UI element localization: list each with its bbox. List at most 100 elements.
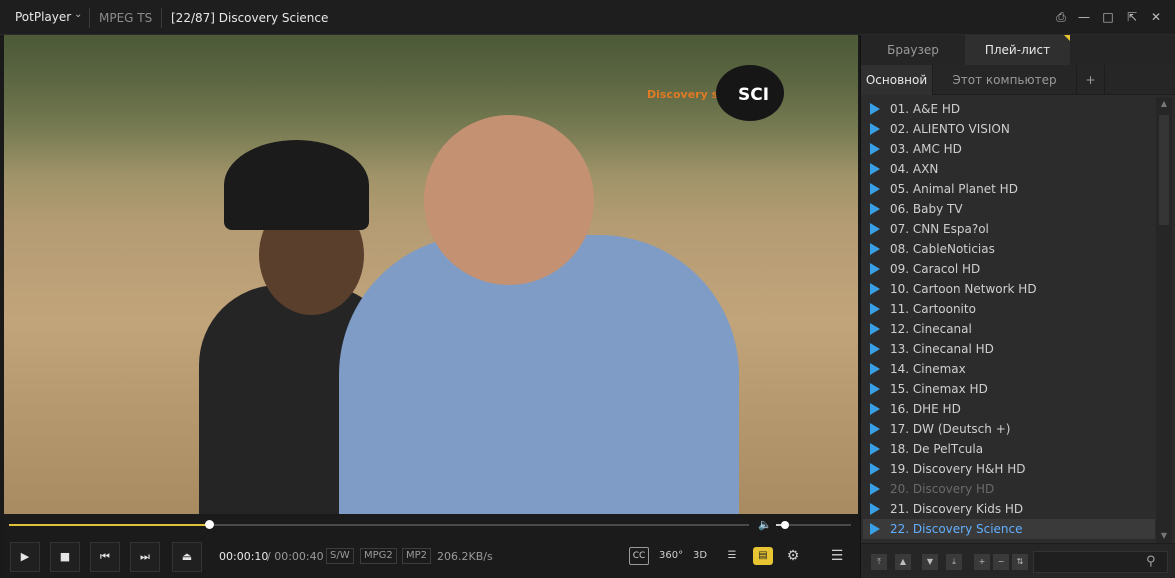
search-icon[interactable]: ⚲ [1146, 554, 1162, 570]
play-icon [870, 283, 880, 295]
playlist-item-label: 22. Discovery Science [890, 522, 1023, 536]
app-menu-button[interactable]: PotPlayer [15, 10, 71, 24]
scroll-thumb[interactable] [1159, 115, 1169, 225]
play-icon [870, 363, 880, 375]
playlist-item[interactable]: 13. Cinecanal HD [863, 339, 1155, 359]
playlist-item-label: 05. Animal Planet HD [890, 182, 1018, 196]
stop-button[interactable]: ■ [50, 542, 80, 572]
playlist-panel: Браузер Плей-лист Основной Этот компьюте… [860, 35, 1175, 578]
subtitles-icon[interactable]: CC [629, 547, 649, 565]
add-tab-button[interactable]: + [1077, 65, 1105, 95]
minimize-icon[interactable]: — [1076, 9, 1092, 25]
title-bar: PotPlayer ⌄ MPEG TS [22/87] Discovery Sc… [0, 0, 1175, 35]
playlist-item[interactable]: 19. Discovery H&H HD [863, 459, 1155, 479]
remove-item-icon[interactable]: − [993, 554, 1009, 570]
video-viewport[interactable]: Discovery science SCI [4, 35, 858, 514]
playlist-item[interactable]: 16. DHE HD [863, 399, 1155, 419]
move-bottom-icon[interactable]: ⤓ [946, 554, 962, 570]
playlist-item-label: 12. Cinecanal [890, 322, 972, 336]
playlist-item[interactable]: 08. CableNoticias [863, 239, 1155, 259]
audio-codec-badge[interactable]: MP2 [402, 548, 432, 564]
tab-playlist[interactable]: Плей-лист [965, 35, 1070, 65]
close-icon[interactable]: ✕ [1148, 9, 1164, 25]
scroll-down-icon[interactable]: ▼ [1156, 529, 1172, 543]
playlist-item[interactable]: 04. AXN [863, 159, 1155, 179]
play-icon [870, 123, 880, 135]
fullscreen-icon[interactable]: ⇱ [1124, 9, 1140, 25]
play-icon [870, 203, 880, 215]
total-time: / 00:00:40 [267, 550, 324, 563]
seek-handle[interactable] [204, 520, 214, 529]
playlist-item[interactable]: 03. AMC HD [863, 139, 1155, 159]
play-icon [870, 243, 880, 255]
playlist-item-label: 16. DHE HD [890, 402, 961, 416]
subtab-main[interactable]: Основной [861, 65, 933, 95]
move-top-icon[interactable]: ⤒ [871, 554, 887, 570]
playlist-item[interactable]: 06. Baby TV [863, 199, 1155, 219]
playlist-item-label: 19. Discovery H&H HD [890, 462, 1026, 476]
playlist-item[interactable]: 21. Discovery Kids HD [863, 499, 1155, 519]
playlist-search-icon[interactable]: ☰ [722, 547, 742, 565]
play-button[interactable]: ▶ [10, 542, 40, 572]
playlist-search-field[interactable]: ⚲ [1033, 551, 1168, 573]
playlist-item-label: 02. ALIENTO VISION [890, 122, 1010, 136]
add-item-icon[interactable]: + [974, 554, 990, 570]
gear-icon[interactable]: ⚙ [783, 547, 803, 565]
play-icon [870, 523, 880, 535]
playlist-item-label: 15. Cinemax HD [890, 382, 988, 396]
volume-slider[interactable] [776, 521, 851, 529]
next-button[interactable]: ⏭ [130, 542, 160, 572]
playlist-item[interactable]: 02. ALIENTO VISION [863, 119, 1155, 139]
playlist-item[interactable]: 17. DW (Deutsch +) [863, 419, 1155, 439]
playlist-item[interactable]: 20. Discovery HD [863, 479, 1155, 499]
eject-button[interactable]: ⏏ [172, 542, 202, 572]
playlist-item[interactable]: 07. CNN Espa?ol [863, 219, 1155, 239]
play-icon [870, 383, 880, 395]
current-time: 00:00:10 [219, 550, 269, 563]
playlist-item[interactable]: 11. Cartoonito [863, 299, 1155, 319]
playlist-item[interactable]: 15. Cinemax HD [863, 379, 1155, 399]
vr-360-icon[interactable]: 360° [659, 547, 683, 565]
playlist-item[interactable]: 18. De PelТcula [863, 439, 1155, 459]
subtab-this-computer[interactable]: Этот компьютер [933, 65, 1077, 95]
playlist-item[interactable]: 12. Cinecanal [863, 319, 1155, 339]
playlist-item[interactable]: 10. Cartoon Network HD [863, 279, 1155, 299]
playlist-item[interactable]: 09. Caracol HD [863, 259, 1155, 279]
volume-icon[interactable]: 🔈 [758, 518, 772, 532]
tab-browser[interactable]: Браузер [861, 35, 965, 65]
decoder-badge[interactable]: S/W [326, 548, 354, 564]
playlist-item[interactable]: 14. Cinemax [863, 359, 1155, 379]
playlist-item-label: 07. CNN Espa?ol [890, 222, 989, 236]
playlist-item[interactable]: 05. Animal Planet HD [863, 179, 1155, 199]
playlist-subtabs: Основной Этот компьютер + [861, 65, 1175, 95]
move-up-icon[interactable]: ▲ [895, 554, 911, 570]
volume-handle[interactable] [781, 521, 789, 529]
maximize-icon[interactable]: □ [1100, 9, 1116, 25]
pin-icon[interactable]: ⎙ [1053, 9, 1069, 25]
chevron-down-icon[interactable]: ⌄ [74, 9, 82, 20]
tab-active-marker [1064, 35, 1070, 41]
playlist-item-label: 11. Cartoonito [890, 302, 976, 316]
playlist-item[interactable]: 01. A&E HD [863, 99, 1155, 119]
playlist-item-label: 21. Discovery Kids HD [890, 502, 1024, 516]
seek-bar[interactable] [9, 520, 749, 529]
bitrate-label: 206.2KB/s [437, 550, 493, 563]
scroll-up-icon[interactable]: ▲ [1156, 97, 1172, 111]
media-format-label: MPEG TS [99, 11, 153, 25]
play-icon [870, 483, 880, 495]
control-bar: ▶ ■ ⏮ ⏭ ⏏ 00:00:10 / 00:00:40 S/W MPG2 M… [4, 536, 858, 578]
sort-icon[interactable]: ⇅ [1012, 554, 1028, 570]
previous-button[interactable]: ⏮ [90, 542, 120, 572]
playlist-item[interactable]: 22. Discovery Science [863, 519, 1155, 539]
video-person-right-head [424, 115, 594, 285]
menu-icon[interactable]: ☰ [827, 547, 847, 565]
playlist-item-label: 03. AMC HD [890, 142, 962, 156]
3d-icon[interactable]: 3D [690, 547, 710, 565]
playlist-scrollbar[interactable]: ▲ ▼ [1156, 97, 1172, 543]
notes-icon[interactable]: ▤ [753, 547, 773, 565]
video-codec-badge[interactable]: MPG2 [360, 548, 397, 564]
play-icon [870, 263, 880, 275]
window-title: [22/87] Discovery Science [171, 11, 329, 25]
move-down-icon[interactable]: ▼ [922, 554, 938, 570]
playlist-item-label: 01. A&E HD [890, 102, 961, 116]
